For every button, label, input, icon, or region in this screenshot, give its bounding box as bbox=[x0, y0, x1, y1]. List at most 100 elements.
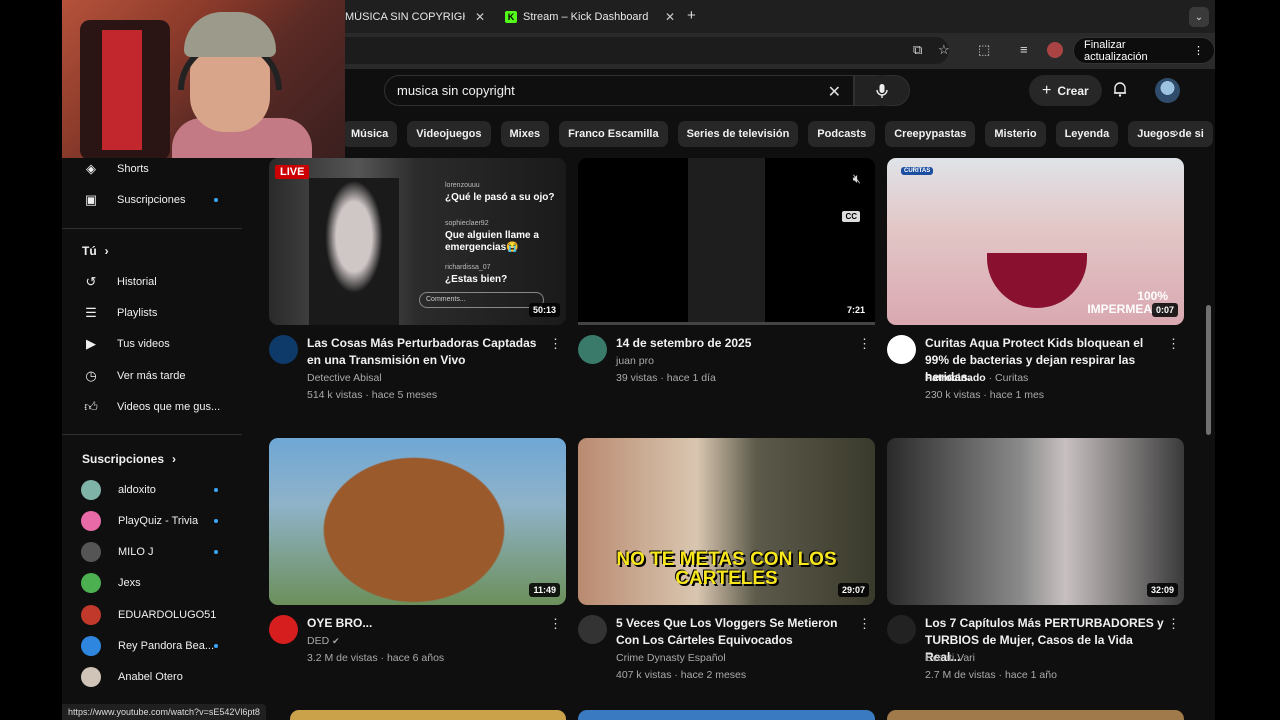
sidebar-item-label: Historial bbox=[117, 276, 157, 288]
new-tab-icon[interactable]: + bbox=[687, 7, 696, 24]
video-duration: 0:07 bbox=[1151, 303, 1178, 317]
sidebar-sub-jexs[interactable]: Jexs bbox=[80, 569, 240, 597]
video-title[interactable]: 5 Veces Que Los Vloggers Se Metieron Con… bbox=[616, 615, 856, 649]
sidebar-item-shorts[interactable]: ◈ Shorts bbox=[80, 155, 240, 183]
channel-name[interactable]: Crime Dynasty Español bbox=[616, 650, 866, 667]
thumbnail-figure bbox=[309, 178, 399, 325]
video-thumbnail-partial[interactable] bbox=[290, 710, 566, 720]
subscriptions-heading[interactable]: Suscripciones › bbox=[82, 452, 176, 466]
cast-icon[interactable]: ⧉ bbox=[913, 42, 922, 58]
video-stats: 39 vistas · hace 1 día bbox=[616, 372, 716, 384]
channel-name[interactable]: Detective Abisal bbox=[307, 370, 557, 387]
ad-meta: Patrocinado · Curitas bbox=[925, 370, 1175, 387]
chip[interactable]: Leyenda bbox=[1055, 121, 1119, 147]
channel-name[interactable]: juan pro bbox=[616, 353, 866, 370]
sidebar-sub-miloj[interactable]: MILO J bbox=[80, 538, 240, 566]
star-icon[interactable]: ☆ bbox=[938, 42, 950, 58]
sidebar-sub-eduardolugo[interactable]: EDUARDOLUGO51 bbox=[80, 601, 240, 629]
video-thumbnail[interactable]: NO TE METAS CON LOS CARTELES 29:07 bbox=[578, 438, 875, 605]
chevron-right-icon[interactable]: › bbox=[1174, 124, 1179, 140]
watch-later-icon: ◷ bbox=[85, 368, 97, 383]
channel-avatar[interactable] bbox=[269, 335, 298, 364]
sidebar-item-subscriptions[interactable]: ▣ Suscripciones bbox=[80, 186, 240, 214]
video-title[interactable]: Las Cosas Más Perturbadoras Captadas en … bbox=[307, 335, 547, 369]
more-vert-icon[interactable]: ⋮ bbox=[858, 616, 871, 632]
chip[interactable]: Series de televisión bbox=[677, 121, 799, 147]
tab-title: MÚSICA SIN COPYRIGHT PA bbox=[345, 11, 465, 23]
sidebar-item-label: Videos que me gus... bbox=[117, 401, 221, 413]
profile-avatar[interactable] bbox=[1047, 42, 1063, 58]
shorts-icon: ◈ bbox=[86, 161, 96, 176]
search-input[interactable]: musica sin copyright ✕ bbox=[384, 75, 854, 106]
create-button[interactable]: + Crear bbox=[1029, 75, 1102, 106]
media-icon[interactable]: ≡ bbox=[1020, 42, 1028, 57]
sidebar-sub-anabelotero[interactable]: Anabel Otero bbox=[80, 663, 240, 691]
sidebar-sub-playquiz[interactable]: PlayQuiz - Trivia bbox=[80, 507, 240, 535]
account-avatar[interactable] bbox=[1155, 78, 1180, 103]
ad-thumbnail[interactable]: CURITAS 100% IMPERMEABL 0:07 bbox=[887, 158, 1184, 325]
sidebar-item-playlists[interactable]: ☰ Playlists bbox=[80, 299, 240, 327]
chip[interactable]: Creepypastas bbox=[885, 121, 976, 147]
sidebar-sub-aldoxito[interactable]: aldoxito bbox=[80, 476, 240, 504]
chip[interactable]: Franco Escamilla bbox=[559, 121, 668, 147]
sidebar-item-watch-later[interactable]: ◷ Ver más tarde bbox=[80, 362, 240, 390]
divider bbox=[62, 228, 242, 229]
sidebar-sub-reypandora[interactable]: Rey Pandora Bea... bbox=[80, 632, 240, 660]
channel-avatar bbox=[81, 636, 101, 656]
address-bar[interactable] bbox=[332, 37, 949, 64]
new-content-dot bbox=[214, 198, 218, 202]
progress-bar[interactable] bbox=[578, 322, 875, 325]
update-button[interactable]: Finalizar actualización ⋮ bbox=[1073, 37, 1215, 64]
more-vert-icon[interactable]: ⋮ bbox=[1167, 336, 1180, 352]
browser-window: MÚSICA SIN COPYRIGHT PA ✕ K Stream – Kic… bbox=[62, 0, 1215, 720]
update-label: Finalizar actualización bbox=[1084, 38, 1148, 63]
close-icon[interactable]: ✕ bbox=[665, 10, 675, 24]
channel-avatar[interactable] bbox=[578, 615, 607, 644]
channel-avatar[interactable] bbox=[887, 615, 916, 644]
sidebar-item-your-videos[interactable]: ▶ Tus videos bbox=[80, 330, 240, 358]
more-vert-icon[interactable]: ⋮ bbox=[858, 336, 871, 352]
chat-overlay: lorenzouuu ¿Qué le pasó a su ojo? sophie… bbox=[419, 180, 559, 308]
captions-icon[interactable]: CC bbox=[842, 211, 860, 222]
bell-icon[interactable] bbox=[1112, 81, 1128, 101]
tab-kick[interactable]: K Stream – Kick Dashboard ✕ bbox=[505, 5, 675, 29]
clear-icon[interactable]: ✕ bbox=[828, 82, 841, 102]
more-vert-icon[interactable]: ⋮ bbox=[549, 616, 562, 632]
scrollbar[interactable] bbox=[1206, 305, 1211, 435]
close-icon[interactable]: ✕ bbox=[475, 10, 485, 24]
channel-name[interactable]: DED ✔ bbox=[307, 633, 557, 650]
channel-avatar bbox=[81, 605, 101, 625]
chip[interactable]: Juegos de si bbox=[1128, 121, 1213, 147]
chip[interactable]: Videojuegos bbox=[407, 121, 491, 147]
you-heading[interactable]: Tú › bbox=[82, 244, 109, 258]
chevron-down-icon[interactable]: ⌄ bbox=[1189, 7, 1209, 27]
video-title[interactable]: 14 de setembro de 2025 bbox=[616, 335, 856, 352]
chip[interactable]: Música bbox=[342, 121, 398, 147]
chip[interactable]: Misterio bbox=[985, 121, 1046, 147]
more-vert-icon[interactable]: ⋮ bbox=[549, 336, 562, 352]
channel-avatar[interactable] bbox=[269, 615, 298, 644]
video-thumbnail-partial[interactable] bbox=[578, 710, 875, 720]
subscriptions-icon: ▣ bbox=[84, 192, 98, 207]
sidebar-item-liked[interactable]: 👍︎ Videos que me gus... bbox=[80, 393, 240, 421]
chip[interactable]: Mixes bbox=[500, 121, 550, 147]
video-thumbnail[interactable]: 32:09 bbox=[887, 438, 1184, 605]
chip[interactable]: Podcasts bbox=[808, 121, 876, 147]
channel-avatar[interactable] bbox=[578, 335, 607, 364]
tab-title: Stream – Kick Dashboard bbox=[523, 11, 649, 23]
channel-avatar bbox=[81, 573, 101, 593]
video-thumbnail-partial[interactable] bbox=[887, 710, 1184, 720]
extensions-icon[interactable]: ⬚ bbox=[978, 42, 990, 58]
video-thumbnail[interactable]: LIVE lorenzouuu ¿Qué le pasó a su ojo? s… bbox=[269, 158, 566, 325]
video-player-preview[interactable]: 🔇︎ CC 7:21 bbox=[578, 158, 875, 325]
channel-name[interactable]: Eventi Vari bbox=[925, 650, 1175, 667]
channel-avatar[interactable] bbox=[887, 335, 916, 364]
channel-name[interactable]: Curitas bbox=[995, 372, 1028, 384]
sidebar-item-history[interactable]: ↺ Historial bbox=[80, 268, 240, 296]
tab-youtube[interactable]: MÚSICA SIN COPYRIGHT PA ✕ bbox=[345, 5, 485, 29]
muted-icon[interactable]: 🔇︎ bbox=[853, 171, 861, 187]
voice-search-button[interactable] bbox=[865, 75, 899, 106]
more-vert-icon[interactable]: ⋮ bbox=[1167, 616, 1180, 632]
video-thumbnail[interactable]: 11:49 bbox=[269, 438, 566, 605]
video-title[interactable]: OYE BRO... bbox=[307, 615, 547, 632]
